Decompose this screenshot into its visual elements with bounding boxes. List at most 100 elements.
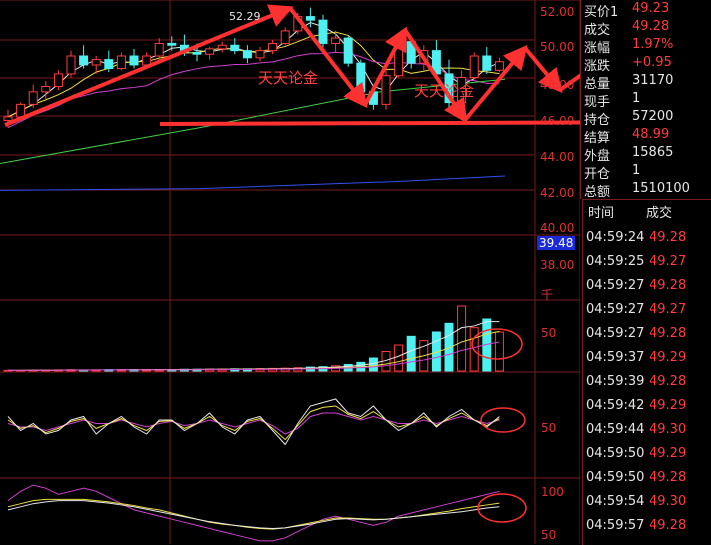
candle xyxy=(242,45,252,64)
indicator2-axis-label: 100 xyxy=(541,485,564,499)
candle xyxy=(255,47,265,62)
tick-price: 49.29 xyxy=(649,350,687,365)
candle xyxy=(28,84,38,108)
ticks-header-time: 时间 xyxy=(588,206,615,221)
tick-row: 04:59:39 49.28 xyxy=(584,374,711,398)
price-axis-label: 52.00 xyxy=(540,5,575,19)
tick-row: 04:59:54 49.30 xyxy=(584,494,711,518)
tick-time: 04:59:25 xyxy=(586,254,645,269)
tick-row: 04:59:27 49.28 xyxy=(584,278,711,302)
tick-price: 49.29 xyxy=(649,446,687,461)
quote-row: 结算 48.99 xyxy=(582,127,711,146)
quote-value: +0.95 xyxy=(632,55,672,70)
support-arrow xyxy=(159,120,580,126)
candle xyxy=(79,45,89,69)
candle xyxy=(482,47,492,74)
quote-row: 成交 49.28 xyxy=(582,19,711,38)
quote-row: 涨跌 +0.95 xyxy=(582,55,711,74)
watermark-text: 天天论金 xyxy=(258,69,319,87)
ma-white-line xyxy=(7,22,500,118)
indicator1-axis-label: 50 xyxy=(541,421,557,435)
tick-time: 04:59:44 xyxy=(586,422,645,437)
candle xyxy=(66,50,76,78)
quote-row: 持仓 57200 xyxy=(582,109,711,128)
tick-row: 04:59:27 49.28 xyxy=(584,326,711,350)
tick-row: 04:59:27 49.27 xyxy=(584,302,711,326)
candle xyxy=(129,48,139,69)
tick-price: 49.30 xyxy=(649,494,687,509)
tick-row: 04:59:57 49.28 xyxy=(584,518,711,542)
price-axis-label: 50.00 xyxy=(540,40,575,54)
tick-time: 04:59:27 xyxy=(586,302,645,317)
quote-row: 外盘 15865 xyxy=(582,145,711,164)
quote-value: 48.99 xyxy=(632,127,670,142)
indicator2-yellow-line xyxy=(7,498,500,530)
volume-axis-label: 50 xyxy=(541,326,557,340)
tick-time: 04:59:50 xyxy=(586,470,645,485)
tick-time: 04:59:57 xyxy=(586,518,645,533)
tick-row: 04:59:44 49.30 xyxy=(584,422,711,446)
high-price-marker: 52.29 xyxy=(229,10,261,23)
candle xyxy=(205,47,215,60)
candle xyxy=(104,50,114,73)
trend-arrow-up xyxy=(4,4,294,127)
candle xyxy=(280,27,290,46)
tick-time: 04:59:24 xyxy=(586,230,645,245)
quote-row: 买价1 49.23 xyxy=(582,1,711,20)
quote-value: 57200 xyxy=(632,109,674,124)
moving-averages xyxy=(0,22,506,191)
quote-label: 现手 xyxy=(584,95,611,110)
ma-yellow-line xyxy=(7,31,500,118)
price-axis-label: 46.00 xyxy=(540,114,575,128)
candle xyxy=(331,30,341,53)
tick-price: 49.28 xyxy=(649,518,687,533)
candle xyxy=(268,39,278,55)
quote-label: 涨幅 xyxy=(584,41,611,56)
candle xyxy=(343,36,353,67)
candle xyxy=(494,57,504,73)
quote-row: 开仓 1 xyxy=(582,163,711,182)
indicator2-axis-label: 50 xyxy=(541,528,557,542)
volume-bar xyxy=(406,335,416,372)
volume-bar xyxy=(457,305,467,372)
quote-value: 1.97% xyxy=(632,37,674,52)
quote-row: 总量 31170 xyxy=(582,73,711,92)
indicator-lines xyxy=(7,398,500,542)
price-axis-label: 44.00 xyxy=(540,150,575,164)
volume-bars xyxy=(3,305,504,372)
indicator1-yellow-line xyxy=(7,405,500,441)
candle xyxy=(230,38,240,55)
quote-value: 49.23 xyxy=(632,1,670,16)
tick-price: 49.29 xyxy=(649,398,687,413)
indicator1-magenta-line xyxy=(7,412,500,435)
ticks-header-price: 成交 xyxy=(646,206,673,221)
volume-bar xyxy=(394,344,404,372)
quote-value: 31170 xyxy=(632,73,674,88)
tick-row: 04:59:24 49.28 xyxy=(584,230,711,254)
tick-time: 04:59:37 xyxy=(586,350,645,365)
price-axis-label: 42.00 xyxy=(540,186,575,200)
tick-price: 49.28 xyxy=(649,326,687,341)
candle xyxy=(217,41,227,53)
tick-time: 04:59:54 xyxy=(586,494,645,509)
tick-time: 04:59:50 xyxy=(586,446,645,461)
candle xyxy=(116,52,126,71)
quote-row: 现手 1 xyxy=(582,91,711,110)
quote-label: 总额 xyxy=(584,185,611,200)
current-price-tag: 39.48 xyxy=(537,236,576,250)
watermark-text: 天天论金 xyxy=(414,82,475,100)
quote-label: 结算 xyxy=(584,131,611,146)
candle xyxy=(154,38,164,60)
tick-row: 04:59:37 49.29 xyxy=(584,350,711,374)
tick-row: 04:59:42 49.29 xyxy=(584,398,711,422)
quote-value: 1 xyxy=(632,91,641,106)
tick-price: 49.28 xyxy=(649,470,687,485)
ma-blue-line xyxy=(0,175,506,191)
candle xyxy=(167,36,177,51)
quote-row: 涨幅 1.97% xyxy=(582,37,711,56)
candle xyxy=(53,70,63,91)
quote-value: 49.28 xyxy=(632,19,670,34)
tick-time: 04:59:27 xyxy=(586,326,645,341)
tick-time: 04:59:42 xyxy=(586,398,645,413)
tick-row: 04:59:50 49.28 xyxy=(584,470,711,494)
